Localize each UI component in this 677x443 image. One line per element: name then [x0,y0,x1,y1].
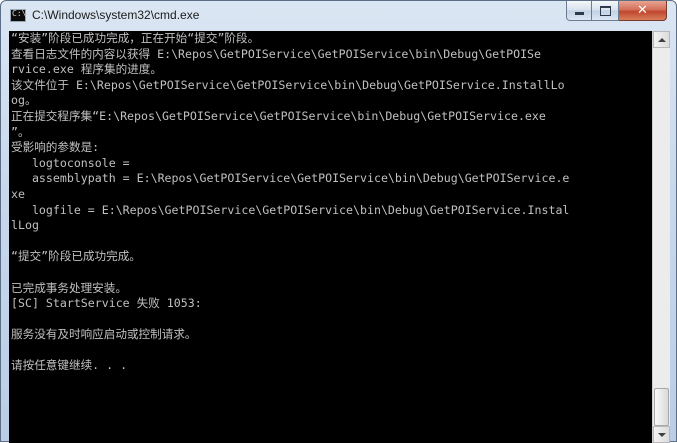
cmd-window: C:\ C:\Windows\system32\cmd.exe ✕ “安装”阶段… [0,0,677,443]
console-line: 请按任意键继续. . . [11,358,128,373]
console-line: 正在提交程序集“E:\Repos\GetPOIService\GetPOISer… [11,108,546,123]
console-line: “安装”阶段已成功完成，正在开始“提交”阶段。 [11,31,260,45]
console-line: 该文件位于 E:\Repos\GetPOIService\GetPOIServi… [11,77,565,92]
console-line: ”。 [11,124,30,139]
console-line: 查看日志文件的内容以获得 E:\Repos\GetPOIService\GetP… [11,46,542,61]
console-line: rvice.exe 程序集的进度。 [11,62,162,77]
scroll-up-arrow-icon [657,37,666,42]
cmd-icon-glyph: C:\ [12,9,27,18]
console-line: og。 [11,93,37,108]
scroll-down-arrow-icon [657,432,666,437]
scroll-up-button[interactable] [653,31,670,48]
console-line: “提交”阶段已成功完成。 [11,249,141,264]
scroll-track[interactable] [653,48,670,426]
cmd-app-icon[interactable]: C:\ [10,9,26,22]
maximize-icon [599,5,611,16]
console-output: “安装”阶段已成功完成，正在开始“提交”阶段。 查看日志文件的内容以获得 E:\R… [11,31,651,443]
console-line: 已完成事务处理安装。 [11,280,127,295]
console-line: lLog [11,218,39,233]
maximize-button[interactable] [592,1,619,21]
console-line: [SC] StartService 失败 1053: [11,296,202,311]
console-line: 服务没有及时响应启动或控制请求。 [11,327,197,342]
minimize-button[interactable] [566,1,592,21]
minimize-icon [574,12,584,15]
scroll-thumb[interactable] [654,388,669,426]
console-area[interactable]: “安装”阶段已成功完成，正在开始“提交”阶段。 查看日志文件的内容以获得 E:\R… [9,31,670,443]
console-line: logfile = E:\Repos\GetPOIService\GetPOIS… [11,202,570,217]
console-line: xe [11,186,25,201]
console-line: 受影响的参数是: [11,140,100,155]
window-title: C:\Windows\system32\cmd.exe [32,8,200,22]
console-line: assemblypath = E:\Repos\GetPOIService\Ge… [11,171,570,186]
console-line: logtoconsole = [11,155,130,170]
vertical-scrollbar[interactable] [652,31,670,443]
scroll-down-button[interactable] [653,426,670,443]
close-button[interactable]: ✕ [619,1,667,21]
title-bar[interactable]: C:\ C:\Windows\system32\cmd.exe ✕ [1,1,676,31]
close-icon: ✕ [637,3,648,18]
